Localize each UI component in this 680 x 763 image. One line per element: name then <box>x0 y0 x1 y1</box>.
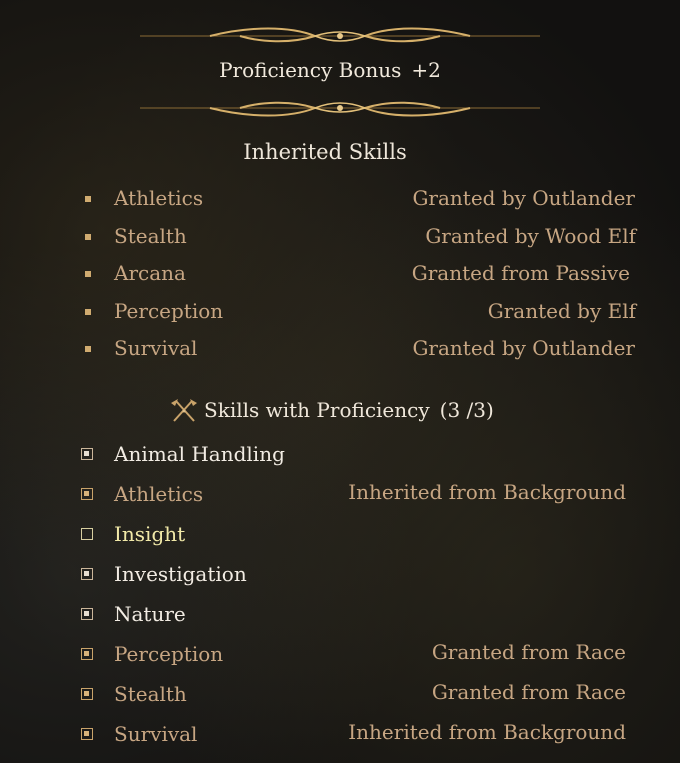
skill-source: Granted from Race <box>431 680 626 704</box>
skill-source: Inherited from Background <box>348 720 626 744</box>
checkbox-inherited-icon <box>81 728 93 740</box>
skill-name: Insight <box>114 522 186 546</box>
proficiency-bonus-value: +2 <box>411 58 441 82</box>
skill-option-investigation[interactable]: Investigation <box>0 562 680 596</box>
inherited-skill-source: Granted by Outlander <box>412 186 635 210</box>
skill-source: Inherited from Background <box>348 480 626 504</box>
proficiency-count: (3 /3) <box>439 398 494 422</box>
inherited-skill-source: Granted by Outlander <box>412 336 635 360</box>
checkbox-inherited-icon <box>81 648 93 660</box>
skill-name: Animal Handling <box>114 442 285 466</box>
checkbox-checked-icon[interactable] <box>81 568 93 580</box>
checkbox-inherited-icon <box>81 488 93 500</box>
skill-source: Granted from Race <box>431 640 626 664</box>
skill-option-nature[interactable]: Nature <box>0 602 680 636</box>
skill-name: Stealth <box>114 682 187 706</box>
skill-name: Investigation <box>114 562 247 586</box>
bottom-ornament-divider <box>140 101 540 117</box>
proficiency-bonus: Proficiency Bonus +2 <box>0 58 660 82</box>
inherited-skill-source: Granted by Wood Elf <box>425 224 636 248</box>
checkbox-unchecked-icon[interactable] <box>81 528 93 540</box>
top-ornament-divider <box>140 27 540 43</box>
skills-with-proficiency-title: Skills with Proficiency <box>204 398 430 422</box>
inherited-skill-row: Arcana Granted from Passive <box>0 261 680 291</box>
skill-name: Perception <box>114 642 224 666</box>
skill-option-animal-handling[interactable]: Animal Handling <box>0 442 680 476</box>
crossed-axes-icon <box>171 399 197 422</box>
inherited-skill-name: Stealth <box>114 224 187 248</box>
skill-option-survival[interactable]: Survival Inherited from Background <box>0 720 680 756</box>
inherited-skill-source: Granted by Elf <box>487 299 636 323</box>
bullet-icon <box>85 196 91 202</box>
checkbox-checked-icon[interactable] <box>81 448 93 460</box>
skill-name: Survival <box>114 722 198 746</box>
skill-name: Athletics <box>114 482 204 506</box>
inherited-skill-row: Survival Granted by Outlander <box>0 336 680 366</box>
inherited-skill-name: Athletics <box>114 186 204 210</box>
bullet-icon <box>85 234 91 240</box>
checkbox-checked-icon[interactable] <box>81 608 93 620</box>
inherited-skill-row: Stealth Granted by Wood Elf <box>0 224 680 254</box>
inherited-skill-name: Perception <box>114 299 224 323</box>
skill-option-insight[interactable]: Insight <box>0 522 680 556</box>
inherited-skills-title: Inherited Skills <box>243 140 407 164</box>
bullet-icon <box>85 309 91 315</box>
skill-name: Nature <box>114 602 186 626</box>
inherited-skill-row: Perception Granted by Elf <box>0 299 680 329</box>
skill-option-athletics[interactable]: Athletics Inherited from Background <box>0 480 680 516</box>
inherited-skill-name: Arcana <box>114 261 186 285</box>
bullet-icon <box>85 346 91 352</box>
checkbox-inherited-icon <box>81 688 93 700</box>
skills-with-proficiency-header: Skills with Proficiency (3 /3) <box>168 396 494 424</box>
proficiency-bonus-label: Proficiency Bonus <box>219 58 402 82</box>
inherited-skill-source: Granted from Passive <box>411 261 630 285</box>
bullet-icon <box>85 271 91 277</box>
skill-option-stealth[interactable]: Stealth Granted from Race <box>0 680 680 716</box>
inherited-skill-name: Survival <box>114 336 198 360</box>
skill-option-perception[interactable]: Perception Granted from Race <box>0 640 680 676</box>
inherited-skill-row: Athletics Granted by Outlander <box>0 186 680 216</box>
